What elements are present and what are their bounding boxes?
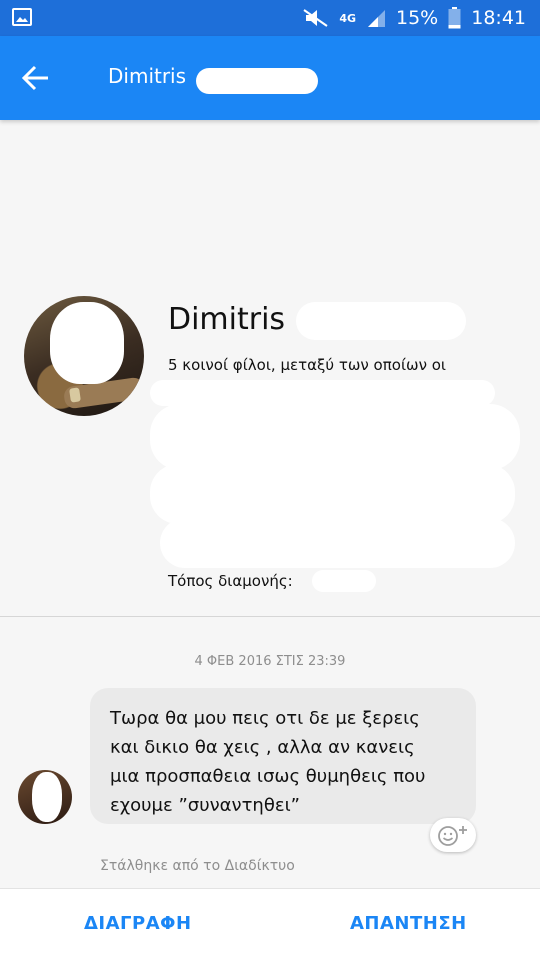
redaction-mark <box>150 464 515 524</box>
message-timestamp: 4 ΦΕΒ 2016 ΣΤΙΣ 23:39 <box>194 654 346 669</box>
message-bubble[interactable]: Τωρα θα μου πεις οτι δε με ξερεις και δι… <box>90 688 476 824</box>
profile-avatar[interactable] <box>24 296 144 416</box>
message-line: και δικιο θα χεις , αλλα αν κανεις <box>110 737 415 758</box>
message-line: μια προσπαθεια ισως θυμηθεις που <box>110 766 426 787</box>
sender-avatar[interactable] <box>18 770 72 824</box>
message-line: εχουμε ”συναντηθει” <box>110 795 300 816</box>
redaction-mark <box>150 380 495 406</box>
clock: 18:41 <box>471 7 526 29</box>
battery-icon <box>448 7 461 29</box>
divider <box>0 616 540 617</box>
add-reaction-button[interactable] <box>430 818 476 852</box>
bottom-action-bar: ΔΙΑΓΡΑΦΗ ΑΠΑΝΤΗΣΗ <box>0 888 540 961</box>
mutual-friends-text: 5 κοινοί φίλοι, μεταξύ των οποίων οι <box>168 356 446 374</box>
smiley-plus-icon <box>438 826 467 846</box>
app-bar: Dimitris <box>0 36 540 120</box>
sent-from-label: Στάλθηκε από το Διαδίκτυο <box>100 858 295 874</box>
profile-name[interactable]: Dimitris <box>168 302 285 337</box>
face-redaction <box>50 302 124 384</box>
delete-button[interactable]: ΔΙΑΓΡΑΦΗ <box>84 913 192 934</box>
battery-percentage: 15% <box>396 7 439 29</box>
redaction-mark <box>296 302 466 340</box>
back-arrow-icon[interactable] <box>20 64 52 92</box>
redaction-mark <box>150 404 520 470</box>
reply-button[interactable]: ΑΠΑΝΤΗΣΗ <box>350 913 467 934</box>
gallery-icon <box>12 8 32 26</box>
redaction-mark <box>312 570 376 592</box>
redaction-mark <box>196 68 318 94</box>
conversation-title: Dimitris <box>108 64 187 88</box>
status-bar: 4G 15% 18:41 <box>0 0 540 36</box>
redaction-mark <box>160 518 515 568</box>
residence-label: Τόπος διαμονής: <box>168 572 293 590</box>
mute-icon <box>303 9 328 27</box>
signal-icon <box>368 10 385 27</box>
message-line: Τωρα θα μου πεις οτι δε με ξερεις <box>110 708 420 729</box>
network-type: 4G <box>339 11 356 25</box>
message-text: Τωρα θα μου πεις οτι δε με ξερεις και δι… <box>110 704 470 820</box>
